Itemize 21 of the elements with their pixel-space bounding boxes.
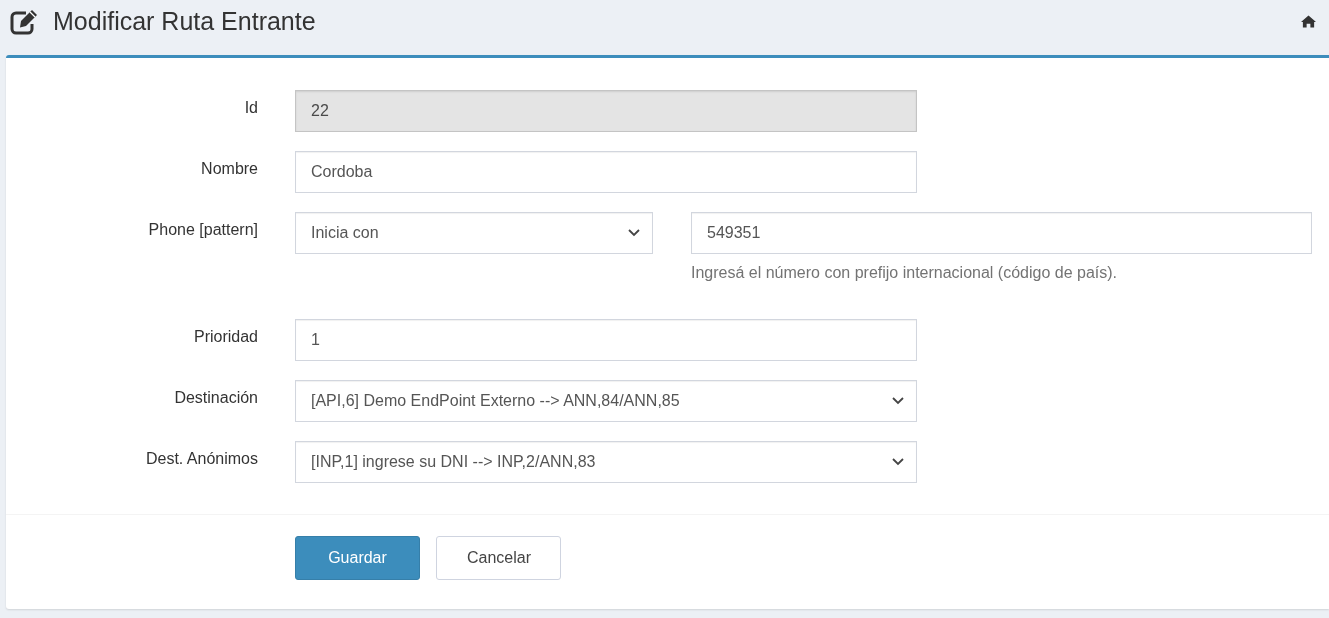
pencil-square-icon xyxy=(10,7,40,35)
field-label: Nombre xyxy=(201,159,258,179)
field-label: Id xyxy=(244,98,258,118)
chevron-down-icon xyxy=(892,458,904,466)
save-button[interactable]: Guardar xyxy=(295,536,420,580)
cancel-button[interactable]: Cancelar xyxy=(436,536,561,580)
chevron-down-icon xyxy=(892,397,904,405)
text-field[interactable]: 1 xyxy=(295,319,917,361)
text-field[interactable]: 549351 xyxy=(691,212,1312,254)
field-label: Phone [pattern] xyxy=(148,220,258,240)
select-field[interactable]: Inicia con xyxy=(295,212,653,254)
select-field[interactable]: [API,6] Demo EndPoint Externo --> ANN,84/ANN,85 xyxy=(295,380,917,422)
select-field[interactable]: [INP,1] ingrese su DNI --> INP,2/ANN,83 xyxy=(295,441,917,483)
page-title: Modificar Ruta Entrante xyxy=(53,6,316,36)
field-label: Prioridad xyxy=(193,327,258,347)
field-label: Destinación xyxy=(174,388,258,408)
chevron-down-icon xyxy=(628,229,640,237)
help-text: Ingresá el número con prefijo internacional (código de país). xyxy=(691,263,1118,283)
home-icon[interactable] xyxy=(1301,14,1316,28)
text-field[interactable]: Cordoba xyxy=(295,151,917,193)
field-label: Dest. Anónimos xyxy=(145,449,258,469)
